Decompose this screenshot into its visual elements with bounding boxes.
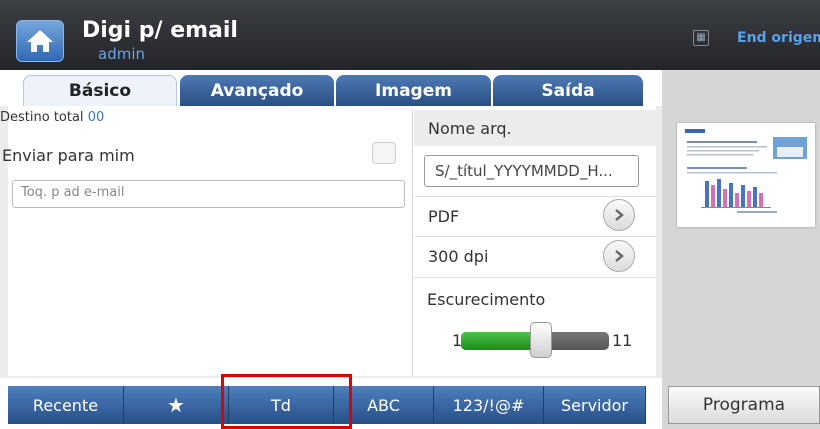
- darkness-slider-fill: [461, 332, 535, 350]
- program-button[interactable]: Programa: [668, 386, 820, 424]
- send-to-me-checkbox[interactable]: [372, 142, 396, 164]
- tab-basico[interactable]: Básico: [23, 75, 177, 106]
- numbers-symbols-button[interactable]: 123/!@#: [434, 386, 544, 424]
- tab-saida[interactable]: Saída: [493, 75, 643, 106]
- favorites-button[interactable]: ★: [124, 386, 229, 424]
- home-icon: [27, 30, 53, 52]
- destination-label: Destino total: [0, 110, 84, 125]
- filename-header: Nome arq.: [414, 110, 656, 146]
- document-preview[interactable]: [677, 123, 815, 227]
- tab-avancado[interactable]: Avançado: [180, 75, 334, 106]
- destination-total: Destino total 00: [0, 110, 104, 125]
- darkness-label: Escurecimento: [427, 290, 546, 309]
- darkness-divider: [414, 277, 656, 278]
- destination-count: 00: [87, 110, 105, 125]
- chevron-right-icon: [615, 250, 624, 262]
- abc-button[interactable]: ABC: [334, 386, 434, 424]
- home-button[interactable]: [16, 20, 64, 62]
- all-button[interactable]: Td: [229, 386, 334, 424]
- email-input[interactable]: Toq. p ad e-mail: [12, 180, 405, 208]
- server-button[interactable]: Servidor: [544, 386, 646, 424]
- tab-imagem[interactable]: Imagem: [336, 75, 491, 106]
- chevron-right-icon: [615, 209, 624, 221]
- page-title: Digi p/ email: [82, 18, 238, 43]
- send-to-me-label: Enviar para mim: [2, 146, 135, 165]
- document-thumbnail-image: [685, 129, 807, 213]
- end-origin-button[interactable]: End origem: [737, 30, 820, 46]
- format-arrow-button[interactable]: [603, 199, 635, 231]
- format-value: PDF: [428, 207, 460, 226]
- resolution-arrow-button[interactable]: [603, 240, 635, 272]
- darkness-slider-thumb[interactable]: [530, 322, 552, 358]
- filename-field[interactable]: S/_títul_YYYYMMDD_H...: [424, 155, 639, 187]
- grid-icon[interactable]: ▦: [693, 30, 709, 46]
- darkness-max-label: 11: [612, 331, 633, 350]
- resolution-value: 300 dpi: [428, 247, 489, 266]
- user-name: admin: [98, 45, 145, 63]
- recent-button[interactable]: Recente: [8, 386, 124, 424]
